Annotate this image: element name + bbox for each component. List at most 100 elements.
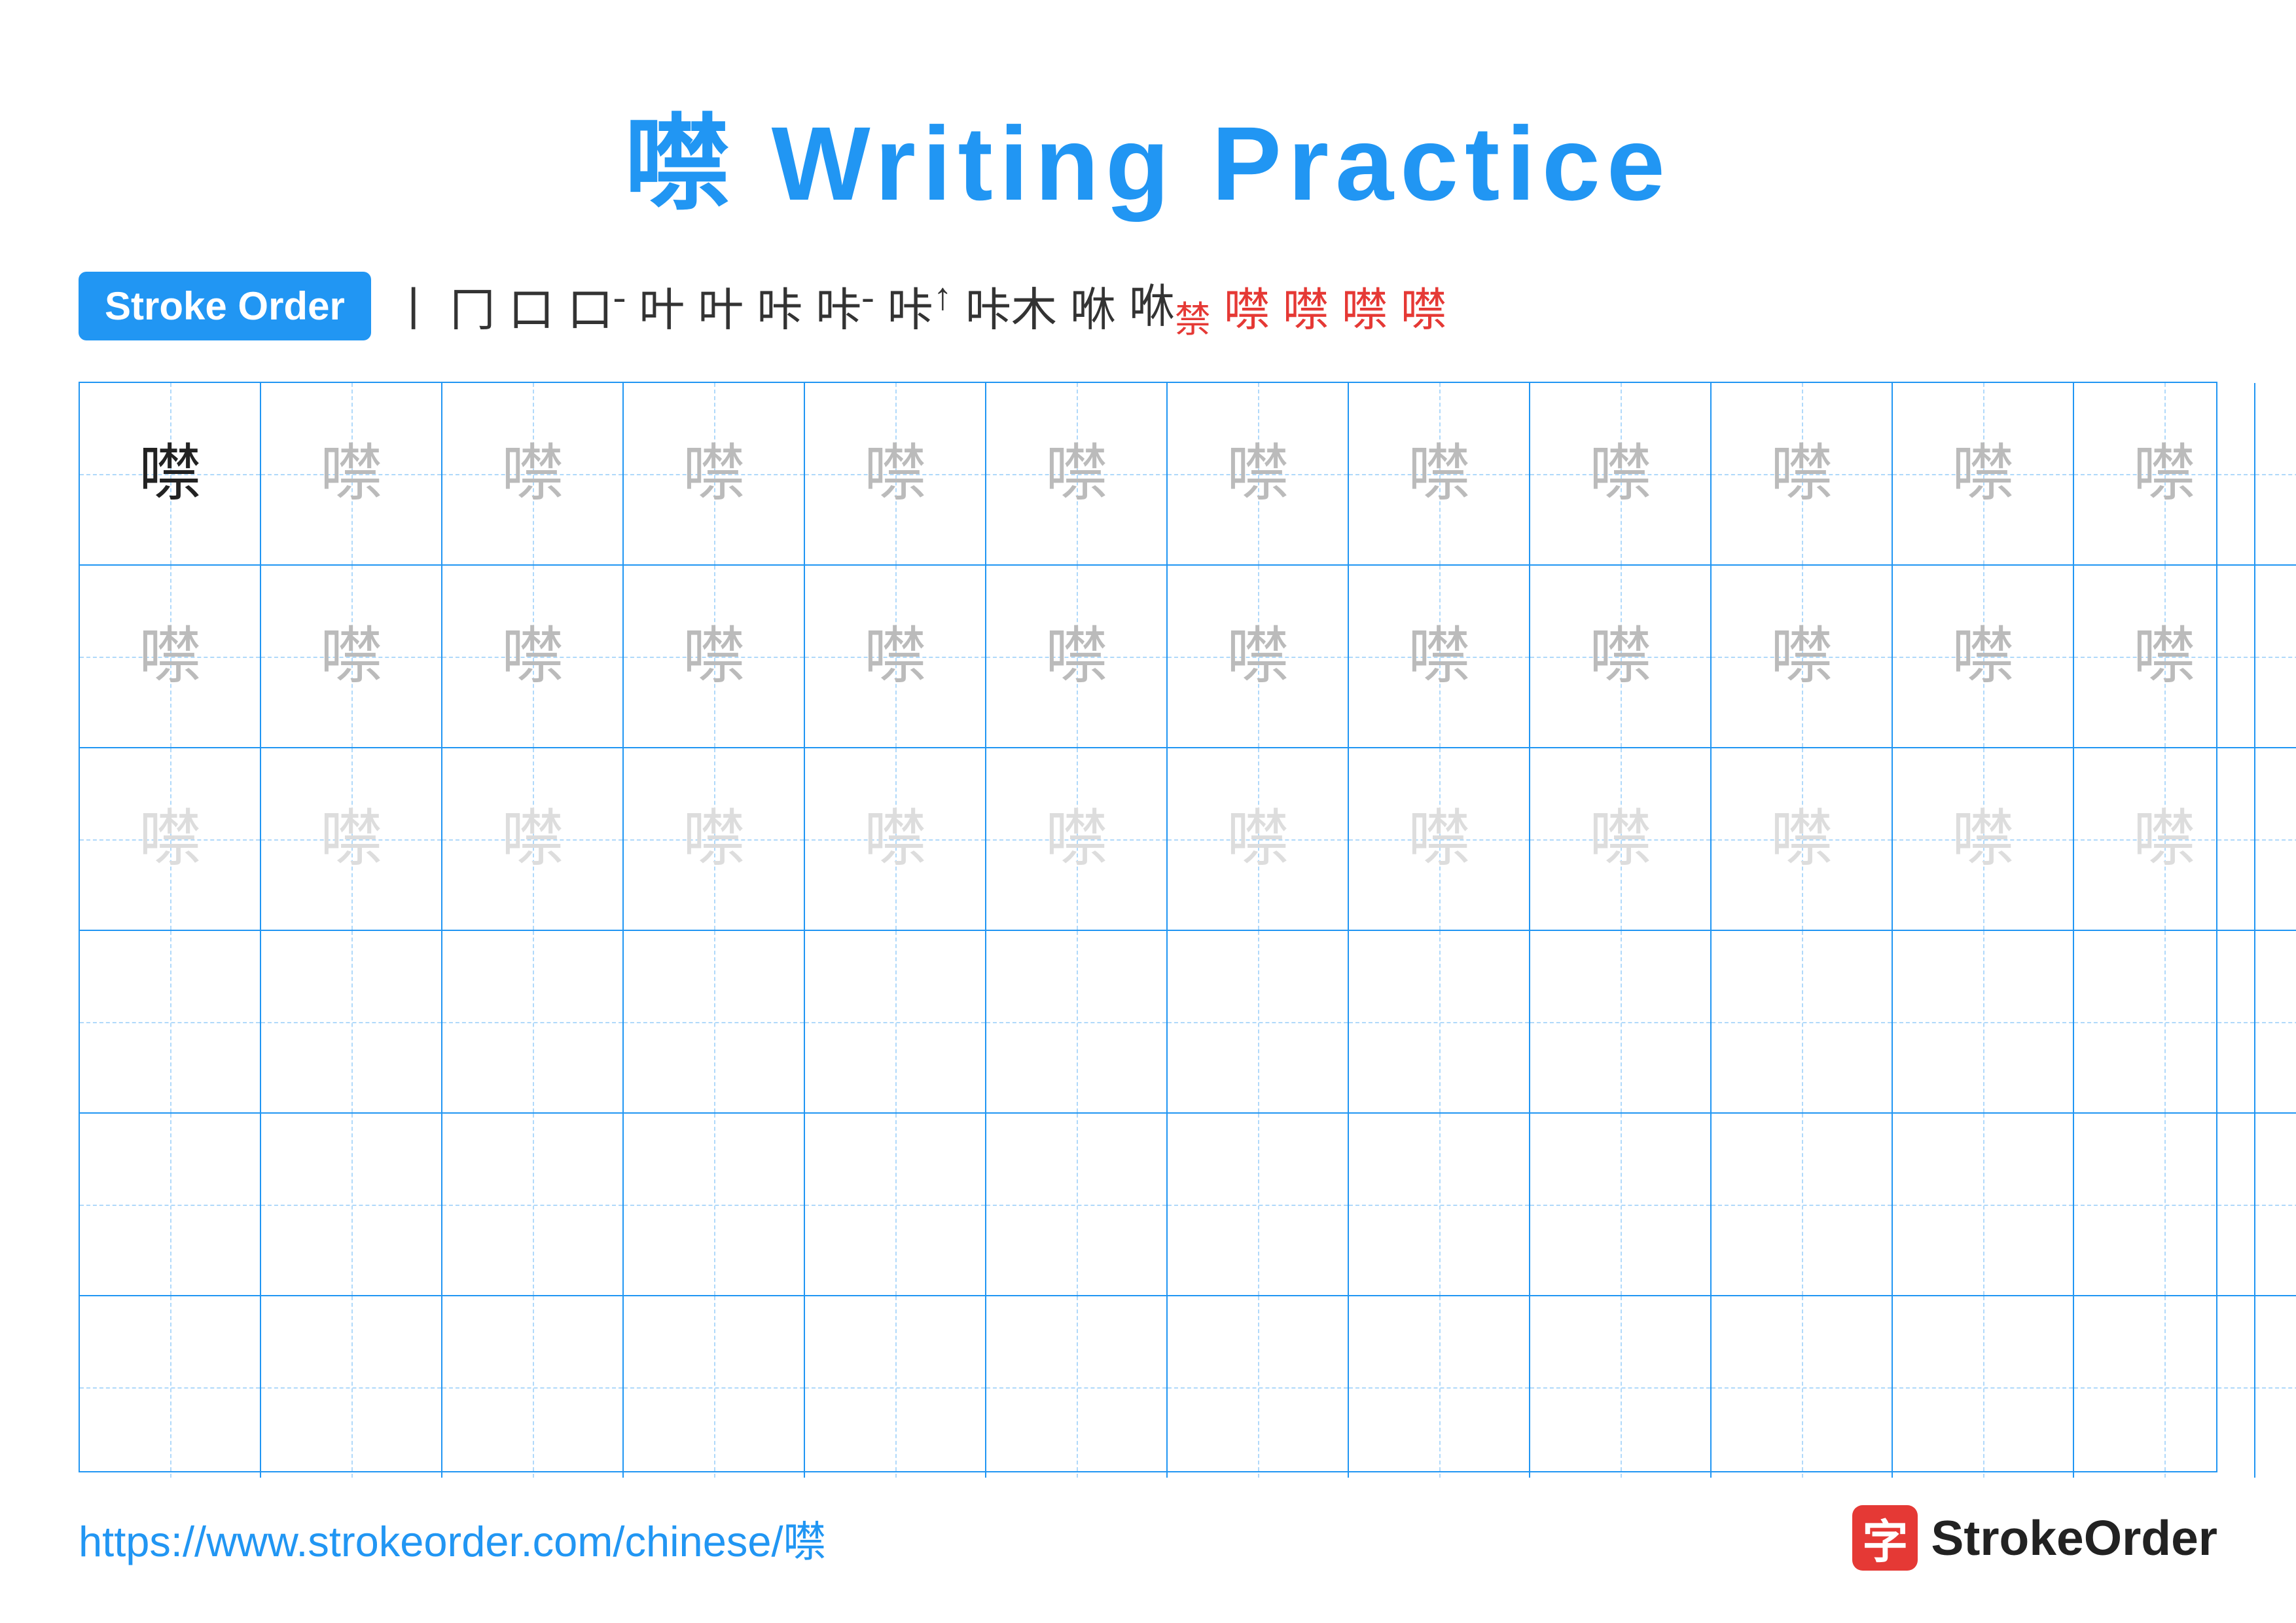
grid-cell-5-13[interactable] [2255, 1114, 2296, 1295]
grid-cell-1-3[interactable]: 噤 [442, 383, 624, 564]
grid-cell-1-10[interactable]: 噤 [1712, 383, 1893, 564]
grid-cell-1-12[interactable]: 噤 [2074, 383, 2255, 564]
grid-cell-5-4[interactable] [624, 1114, 805, 1295]
grid-cell-4-8[interactable] [1349, 931, 1530, 1112]
grid-cell-5-7[interactable] [1168, 1114, 1349, 1295]
grid-cell-6-9[interactable] [1530, 1296, 1712, 1478]
grid-cell-3-5[interactable]: 噤 [805, 748, 986, 930]
cell-char: 噤 [864, 625, 926, 687]
grid-cell-2-6[interactable]: 噤 [986, 566, 1168, 747]
grid-cell-1-6[interactable]: 噤 [986, 383, 1168, 564]
grid-cell-6-6[interactable] [986, 1296, 1168, 1478]
grid-cell-4-7[interactable] [1168, 931, 1349, 1112]
grid-cell-4-11[interactable] [1893, 931, 2074, 1112]
grid-cell-5-6[interactable] [986, 1114, 1168, 1295]
grid-cell-5-1[interactable] [80, 1114, 261, 1295]
grid-cell-6-12[interactable] [2074, 1296, 2255, 1478]
footer: https://www.strokeorder.com/chinese/噤 字 … [79, 1505, 2217, 1571]
grid-cell-3-11[interactable]: 噤 [1893, 748, 2074, 930]
grid-cell-5-5[interactable] [805, 1114, 986, 1295]
grid-cell-2-3[interactable]: 噤 [442, 566, 624, 747]
grid-cell-5-10[interactable] [1712, 1114, 1893, 1295]
grid-cell-1-7[interactable]: 噤 [1168, 383, 1349, 564]
grid-cell-6-11[interactable] [1893, 1296, 2074, 1478]
cell-char: 噤 [1589, 808, 1651, 870]
grid-cell-3-10[interactable]: 噤 [1712, 748, 1893, 930]
grid-cell-3-13[interactable]: 噤 [2255, 748, 2296, 930]
grid-cell-2-7[interactable]: 噤 [1168, 566, 1349, 747]
grid-cell-4-12[interactable] [2074, 931, 2255, 1112]
stroke-step-10: 咔木 [965, 273, 1057, 339]
grid-cell-4-9[interactable] [1530, 931, 1712, 1112]
grid-cell-2-1[interactable]: 噤 [80, 566, 261, 747]
cell-char: 噤 [320, 808, 382, 870]
grid-cell-2-8[interactable]: 噤 [1349, 566, 1530, 747]
grid-cell-3-2[interactable]: 噤 [261, 748, 442, 930]
grid-cell-2-9[interactable]: 噤 [1530, 566, 1712, 747]
grid-cell-6-10[interactable] [1712, 1296, 1893, 1478]
grid-cell-3-1[interactable]: 噤 [80, 748, 261, 930]
grid-cell-3-6[interactable]: 噤 [986, 748, 1168, 930]
cell-char: 噤 [2133, 443, 2195, 505]
grid-row-6 [80, 1296, 2296, 1478]
grid-cell-1-1[interactable]: 噤 [80, 383, 261, 564]
stroke-order-row: Stroke Order 丨 冂 口 口- 叶 叶 咔 咔- 咔↑ 咔木 咻 咻… [79, 270, 2217, 342]
cell-char: 噤 [320, 443, 382, 505]
grid-cell-4-6[interactable] [986, 931, 1168, 1112]
cell-char: 噤 [1227, 808, 1289, 870]
grid-cell-5-9[interactable] [1530, 1114, 1712, 1295]
grid-cell-2-10[interactable]: 噤 [1712, 566, 1893, 747]
grid-cell-5-12[interactable] [2074, 1114, 2255, 1295]
grid-cell-4-5[interactable] [805, 931, 986, 1112]
grid-cell-2-13[interactable]: 噤 [2255, 566, 2296, 747]
grid-cell-1-13[interactable]: 噤 [2255, 383, 2296, 564]
grid-cell-5-3[interactable] [442, 1114, 624, 1295]
grid-cell-4-4[interactable] [624, 931, 805, 1112]
title-char: 噤 [624, 105, 736, 222]
footer-logo: 字 StrokeOrder [1852, 1505, 2217, 1571]
grid-cell-4-2[interactable] [261, 931, 442, 1112]
grid-cell-1-11[interactable]: 噤 [1893, 383, 2074, 564]
grid-cell-1-4[interactable]: 噤 [624, 383, 805, 564]
cell-char: 噤 [1408, 625, 1470, 687]
grid-cell-6-1[interactable] [80, 1296, 261, 1478]
grid-cell-4-1[interactable] [80, 931, 261, 1112]
grid-cell-2-4[interactable]: 噤 [624, 566, 805, 747]
cell-char: 噤 [1045, 443, 1107, 505]
grid-cell-4-10[interactable] [1712, 931, 1893, 1112]
grid-cell-6-3[interactable] [442, 1296, 624, 1478]
grid-cell-6-4[interactable] [624, 1296, 805, 1478]
grid-cell-6-7[interactable] [1168, 1296, 1349, 1478]
cell-char: 噤 [139, 808, 201, 870]
grid-cell-2-5[interactable]: 噤 [805, 566, 986, 747]
grid-cell-3-7[interactable]: 噤 [1168, 748, 1349, 930]
grid-cell-6-2[interactable] [261, 1296, 442, 1478]
grid-cell-3-8[interactable]: 噤 [1349, 748, 1530, 930]
grid-cell-1-5[interactable]: 噤 [805, 383, 986, 564]
grid-cell-1-9[interactable]: 噤 [1530, 383, 1712, 564]
grid-row-3: 噤 噤 噤 噤 噤 噤 噤 噤 噤 噤 噤 噤 噤 [80, 748, 2296, 931]
grid-cell-4-13[interactable] [2255, 931, 2296, 1112]
grid-cell-6-13[interactable] [2255, 1296, 2296, 1478]
grid-cell-2-11[interactable]: 噤 [1893, 566, 2074, 747]
grid-cell-5-2[interactable] [261, 1114, 442, 1295]
cell-char: 噤 [1589, 443, 1651, 505]
grid-cell-3-3[interactable]: 噤 [442, 748, 624, 930]
grid-cell-4-3[interactable] [442, 931, 624, 1112]
grid-cell-3-9[interactable]: 噤 [1530, 748, 1712, 930]
grid-cell-6-5[interactable] [805, 1296, 986, 1478]
grid-cell-5-11[interactable] [1893, 1114, 2074, 1295]
grid-cell-2-12[interactable]: 噤 [2074, 566, 2255, 747]
grid-cell-1-2[interactable]: 噤 [261, 383, 442, 564]
grid-cell-3-12[interactable]: 噤 [2074, 748, 2255, 930]
cell-char: 噤 [501, 625, 564, 687]
grid-cell-6-8[interactable] [1349, 1296, 1530, 1478]
grid-cell-2-2[interactable]: 噤 [261, 566, 442, 747]
grid-cell-5-8[interactable] [1349, 1114, 1530, 1295]
cell-char: 噤 [683, 625, 745, 687]
grid-cell-1-8[interactable]: 噤 [1349, 383, 1530, 564]
grid-cell-3-4[interactable]: 噤 [624, 748, 805, 930]
stroke-order-badge: Stroke Order [79, 272, 371, 340]
cell-char: 噤 [683, 808, 745, 870]
footer-url[interactable]: https://www.strokeorder.com/chinese/噤 [79, 1507, 826, 1569]
